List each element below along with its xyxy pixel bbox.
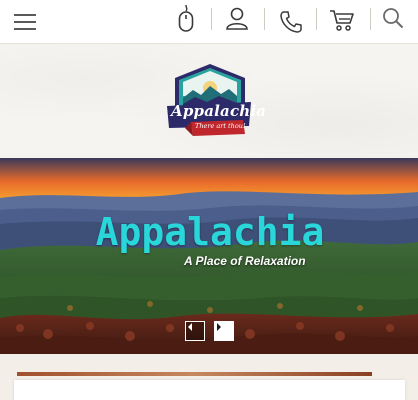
hero-subtitle: A Place of Relaxation [184, 254, 306, 268]
cart-icon [330, 10, 354, 31]
triangle-right-icon [217, 323, 221, 331]
nav-divider [211, 8, 212, 30]
nav-divider [264, 8, 265, 30]
content-area [0, 354, 418, 400]
content-card-image-edge [17, 372, 372, 376]
account-button[interactable] [222, 0, 252, 40]
search-button[interactable] [378, 0, 408, 40]
slider-prev-button[interactable] [185, 321, 205, 341]
logo-section: Appalachia There art thou! [0, 44, 418, 158]
site-logo[interactable]: Appalachia There art thou! [165, 62, 266, 142]
hero-title: Appalachia [95, 210, 325, 254]
slider-next-button[interactable] [214, 321, 234, 341]
search-icon [383, 8, 404, 29]
nav-divider [316, 8, 317, 30]
mouse-icon [178, 4, 194, 32]
triangle-left-icon [188, 323, 192, 331]
phone-button[interactable] [276, 0, 306, 44]
logo-tagline: There art thou! [195, 122, 246, 130]
cart-button[interactable] [326, 0, 358, 42]
top-navigation-bar [0, 0, 418, 44]
menu-button[interactable] [8, 0, 42, 44]
content-card [14, 380, 405, 400]
mouse-button[interactable] [172, 0, 200, 40]
hero-banner: Appalachia A Place of Relaxation [0, 158, 418, 354]
nav-divider [370, 8, 371, 30]
hamburger-menu-icon [14, 14, 36, 30]
logo-script-text: Appalachia [171, 102, 267, 120]
user-icon [226, 7, 248, 30]
phone-icon [280, 11, 302, 33]
